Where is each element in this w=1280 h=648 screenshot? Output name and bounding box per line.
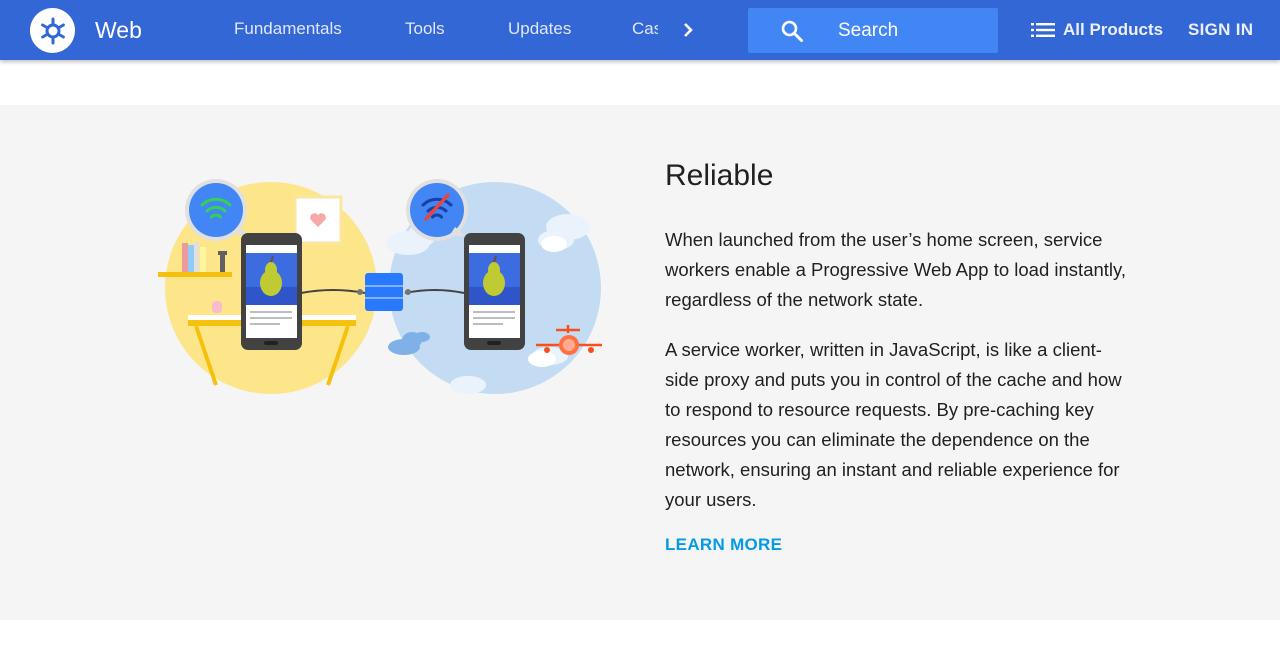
list-icon xyxy=(1031,23,1055,37)
search-icon xyxy=(781,20,803,42)
search-placeholder: Search xyxy=(838,20,899,41)
offline-reliability-illustration xyxy=(158,179,602,394)
nav-tab-updates[interactable]: Updates xyxy=(508,0,571,60)
all-products-button[interactable]: All Products xyxy=(1031,0,1163,60)
search-box[interactable]: Search xyxy=(748,8,998,53)
sign-in-button[interactable]: SIGN IN xyxy=(1188,0,1253,60)
nav-tab-fundamentals[interactable]: Fundamentals xyxy=(234,0,342,60)
feature-paragraph-1: When launched from the user’s home scree… xyxy=(665,229,1127,310)
reliable-feature-section: Reliable When launched from the user’s h… xyxy=(0,105,1280,620)
learn-more-link[interactable]: LEARN MORE xyxy=(665,535,782,555)
nav-tab-case-studies[interactable]: Cas xyxy=(632,0,658,60)
feature-paragraph-2: A service worker, written in JavaScript,… xyxy=(665,339,1122,510)
top-app-bar: Web Fundamentals Tools Updates Cas Searc… xyxy=(0,0,1280,60)
chevron-right-icon[interactable] xyxy=(672,14,704,46)
all-products-label: All Products xyxy=(1063,20,1164,39)
nav-tab-tools[interactable]: Tools xyxy=(405,0,445,60)
web-logo-icon[interactable] xyxy=(30,8,75,53)
brand-title[interactable]: Web xyxy=(95,14,142,46)
feature-title: Reliable xyxy=(665,159,774,192)
